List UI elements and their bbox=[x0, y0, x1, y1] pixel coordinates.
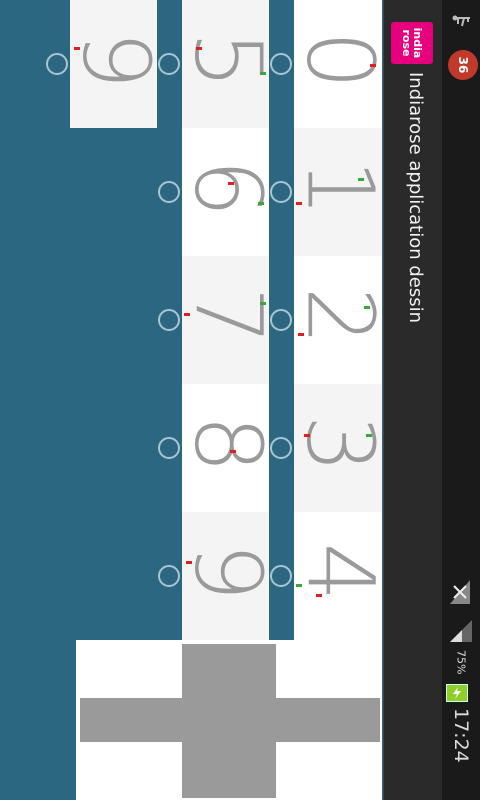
stroke-start-marker bbox=[316, 594, 322, 597]
select-radio-6[interactable] bbox=[158, 181, 180, 203]
stroke-start-marker bbox=[74, 47, 80, 50]
signal-icon bbox=[450, 620, 472, 642]
stroke-end-marker bbox=[364, 306, 370, 309]
digit-0: 0 bbox=[286, 30, 394, 90]
no-signal-icon bbox=[450, 580, 470, 604]
select-radio-4[interactable] bbox=[270, 565, 292, 587]
stroke-start-marker bbox=[304, 434, 310, 437]
status-bar bbox=[442, 0, 480, 800]
digit-9-extra: 9 bbox=[62, 30, 170, 90]
stroke-end-marker bbox=[296, 584, 302, 587]
stroke-start-marker bbox=[296, 202, 302, 205]
digit-7: 7 bbox=[174, 286, 282, 346]
select-radio-7[interactable] bbox=[158, 309, 180, 331]
app-logo: india rose bbox=[391, 22, 433, 64]
select-radio-2[interactable] bbox=[270, 309, 292, 331]
select-radio-1[interactable] bbox=[270, 181, 292, 203]
select-radio-0[interactable] bbox=[270, 53, 292, 75]
clock: 17:24 bbox=[450, 708, 472, 763]
logo-text: india rose bbox=[400, 27, 424, 59]
select-radio-8[interactable] bbox=[158, 437, 180, 459]
stroke-start-marker bbox=[196, 47, 202, 50]
stroke-start-marker bbox=[184, 313, 190, 316]
battery-percent: 75% bbox=[454, 650, 468, 675]
digit-2: 2 bbox=[286, 286, 394, 346]
stroke-end-marker bbox=[258, 202, 264, 205]
digit-3: 3 bbox=[286, 414, 394, 474]
stroke-end-marker bbox=[358, 178, 364, 181]
battery-charging-icon bbox=[446, 684, 468, 702]
digit-6: 6 bbox=[174, 158, 282, 218]
digit-9: 9 bbox=[174, 542, 282, 602]
stroke-start-marker bbox=[228, 182, 234, 185]
screen: 36 75% 17:24 india rose Indiarose applic… bbox=[0, 0, 480, 800]
notification-badge: 36 bbox=[448, 50, 478, 80]
app-title: Indiarose application dessin bbox=[405, 72, 426, 324]
select-radio-3[interactable] bbox=[270, 437, 292, 459]
select-radio-5[interactable] bbox=[158, 53, 180, 75]
plus-icon-vertical bbox=[182, 644, 276, 798]
digit-4: 4 bbox=[286, 542, 394, 602]
select-radio-9[interactable] bbox=[158, 565, 180, 587]
stroke-start-marker bbox=[186, 561, 192, 564]
stroke-end-marker bbox=[366, 434, 372, 437]
digit-8: 8 bbox=[174, 414, 282, 474]
digit-5: 5 bbox=[174, 30, 282, 90]
usb-icon bbox=[452, 15, 470, 27]
select-radio-extra[interactable] bbox=[46, 53, 68, 75]
stroke-start-marker bbox=[370, 64, 376, 67]
stroke-end-marker bbox=[260, 302, 266, 305]
stroke-end-marker bbox=[260, 72, 266, 75]
digit-1: 1 bbox=[286, 158, 394, 218]
stroke-start-marker bbox=[298, 333, 304, 336]
stroke-start-marker bbox=[230, 450, 236, 453]
